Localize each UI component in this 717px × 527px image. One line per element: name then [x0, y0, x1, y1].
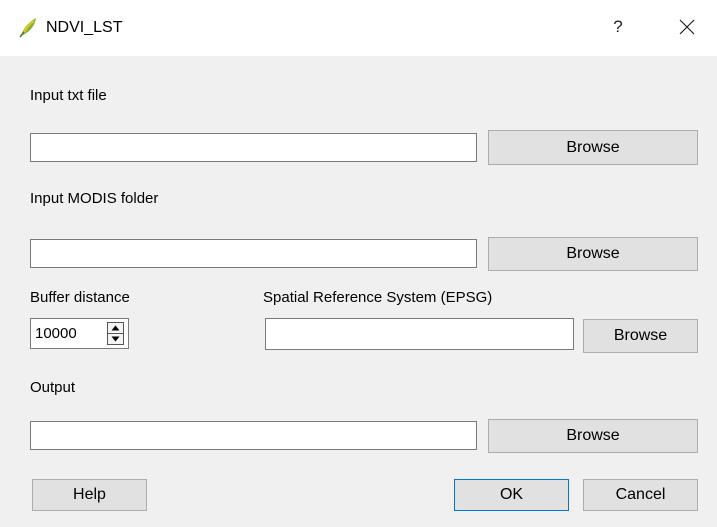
arrow-down-icon — [111, 336, 120, 342]
qgis-logo-icon — [19, 18, 36, 38]
browse-input-txt-button[interactable]: Browse — [488, 130, 698, 165]
modis-folder-label: Input MODIS folder — [30, 190, 159, 207]
window-title: NDVI_LST — [46, 19, 123, 36]
input-txt-label: Input txt file — [30, 87, 107, 104]
buffer-distance-spinbox[interactable] — [30, 318, 129, 349]
output-label: Output — [30, 379, 76, 396]
spin-up-button[interactable] — [108, 323, 123, 333]
close-icon[interactable] — [675, 15, 699, 39]
context-help-button[interactable]: ? — [606, 15, 630, 39]
srs-field[interactable] — [265, 318, 574, 350]
help-button[interactable]: Help — [32, 479, 147, 511]
modis-folder-field[interactable] — [30, 239, 477, 268]
buffer-distance-label: Buffer distance — [30, 289, 130, 306]
buffer-distance-value[interactable] — [35, 325, 101, 343]
srs-label: Spatial Reference System (EPSG) — [263, 289, 493, 306]
spin-down-button[interactable] — [108, 334, 123, 344]
arrow-up-icon — [111, 325, 120, 331]
browse-modis-folder-button[interactable]: Browse — [488, 237, 698, 271]
title-bar: NDVI_LST ? — [0, 0, 717, 56]
output-field[interactable] — [30, 421, 477, 450]
browse-output-button[interactable]: Browse — [488, 419, 698, 453]
ok-button[interactable]: OK — [454, 479, 569, 511]
spin-buttons — [107, 322, 124, 345]
input-txt-field[interactable] — [30, 133, 477, 162]
cancel-button[interactable]: Cancel — [583, 479, 698, 511]
browse-srs-button[interactable]: Browse — [583, 319, 698, 353]
